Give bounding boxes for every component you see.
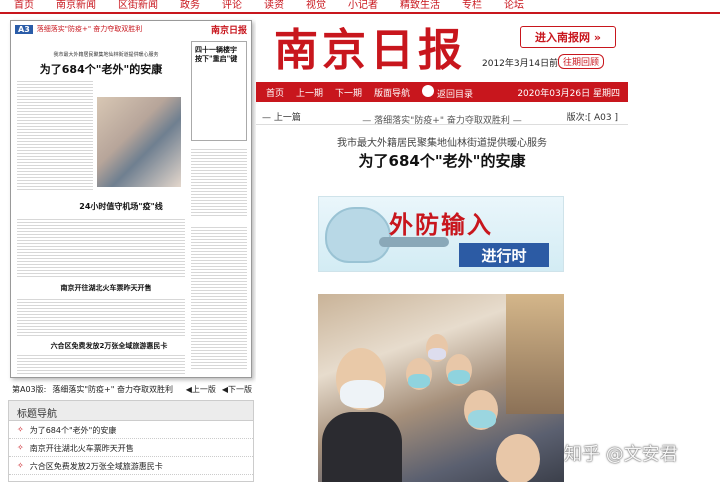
thumbnail-text-block — [17, 353, 185, 375]
prev-page-label: 上一版 — [191, 385, 216, 394]
thumbnail-text-block — [191, 147, 247, 217]
page-info-line: 第A03版: 落细落实"防疫+" 奋力夺取双胜利 ◀上一版 ◀下一版 — [12, 384, 252, 395]
redbar-contents-label: 返回目录 — [436, 89, 473, 100]
enter-site-button[interactable]: 进入南报网 » — [520, 26, 616, 48]
topnav-item-government[interactable]: 政务 — [180, 0, 200, 12]
mask-graphic — [325, 207, 391, 263]
thumbnail-subtitle: 我市最大外籍居民聚集地仙林街道提供暖心服务 — [53, 52, 159, 58]
page-title: 落细落实"防疫+" 奋力夺取双胜利 — [52, 385, 173, 394]
topnav-item-reading[interactable]: 读资 — [264, 0, 284, 12]
thumbnail-header-title: 落细落实"防疫+" 奋力夺取双胜利 — [36, 25, 143, 33]
thumbnail-headline-4[interactable]: 六合区免费发放2万张全域旅游惠民卡 — [29, 341, 189, 351]
thumbnail-text-block — [17, 79, 93, 191]
nav-item-label: 南京开往湖北火车票昨天开售 — [29, 444, 134, 453]
thumbnail-headline-3[interactable]: 南京开往湖北火车票昨天开售 — [31, 283, 181, 293]
thumbnail-text-block — [17, 217, 185, 277]
topnav-item-young-reporter[interactable]: 小记者 — [348, 0, 378, 12]
topnav-item-district-news[interactable]: 区街新闻 — [118, 0, 158, 12]
topnav-item-home[interactable]: 首页 — [14, 0, 34, 12]
divider — [256, 124, 628, 125]
globe-icon — [422, 84, 435, 97]
thumbnail-headline[interactable]: 为了684个"老外"的安康 — [21, 61, 181, 77]
bullet-icon: ✧ — [17, 425, 24, 434]
face-mask — [408, 374, 430, 388]
article-pretitle: 我市最大外籍居民聚集地仙林街道提供暖心服务 — [337, 138, 547, 149]
topnav-item-visual[interactable]: 视觉 — [306, 0, 326, 12]
bullet-icon: ✧ — [17, 443, 24, 452]
topnav-item-life[interactable]: 精致生活 — [400, 0, 440, 12]
article: — 上一篇 版次:[ A03 ] — 落细落实"防疫+" 奋力夺取双胜利 — 我… — [256, 104, 628, 482]
nav-item[interactable]: ✧ 南京开往湖北火车票昨天开售 — [9, 439, 253, 457]
topnav-item-nanjing-news[interactable]: 南京新闻 — [56, 0, 96, 12]
topnav-item-forum[interactable]: 论坛 — [504, 0, 524, 12]
redbar-layout-nav[interactable]: 版面导航 — [374, 86, 410, 99]
person-body — [322, 412, 402, 482]
article-photo — [318, 294, 564, 482]
face-mask — [468, 410, 496, 428]
thumbnail-side-story[interactable]: 四十一辆楼宇按下"重启"键 — [191, 41, 247, 141]
redbar-next-issue[interactable]: 下一期 — [335, 86, 362, 99]
thumbnail-photo — [97, 97, 181, 187]
prev-page-link[interactable]: ◀上一版 — [186, 384, 216, 395]
nav-item-label: 为了684个"老外"的安康 — [29, 426, 117, 435]
person-face — [496, 434, 540, 482]
face-mask — [428, 348, 446, 360]
page-label: 第A03版: — [12, 385, 47, 394]
top-nav: 首页 南京新闻 区街新闻 政务 评论 读资 视觉 小记者 精致生活 专栏 论坛 — [0, 0, 720, 14]
archive-date: 2012年3月14日前 — [482, 59, 559, 69]
face-mask — [448, 370, 470, 384]
title-navigation-heading: 标题导航 — [9, 401, 253, 421]
redbar-prev-issue[interactable]: 上一期 — [296, 86, 323, 99]
nav-item[interactable]: ✧ 为了684个"老外"的安康 — [9, 421, 253, 439]
page-badge: A3 — [15, 24, 33, 34]
redbar-home[interactable]: 首页 — [266, 86, 284, 99]
masthead: 南京日报 进入南报网 » 2012年3月14日前 往期回顾 — [256, 16, 628, 82]
banner-subtitle: 进行时 — [459, 243, 549, 267]
nav-item-label: 六合区免费发放2万张全域旅游惠民卡 — [29, 462, 163, 471]
face-mask — [340, 380, 384, 408]
function-bar: 首页 上一期 下一期 版面导航 返回目录 2020年03月26日 星期四 — [256, 82, 628, 102]
thumbnail-headline-2[interactable]: 24小时值守机场"疫"线 — [51, 201, 191, 212]
title-navigation: 标题导航 ✧ 为了684个"老外"的安康 ✧ 南京开往湖北火车票昨天开售 ✧ 六合区免… — [8, 400, 254, 482]
redbar-contents[interactable]: 返回目录 — [422, 84, 473, 100]
right-margin — [628, 16, 720, 482]
past-issues-button[interactable]: 往期回顾 — [558, 54, 605, 69]
thumbnail-side-title: 四十一辆楼宇按下"重启"键 — [195, 45, 238, 63]
newspaper-logo: 南京日报 — [274, 25, 466, 76]
campaign-banner-image: 外防输入 进行时 — [318, 196, 564, 272]
bullet-icon: ✧ — [17, 461, 24, 470]
nav-item[interactable]: ✧ 六合区免费发放2万张全域旅游惠民卡 — [9, 457, 253, 475]
next-page-label: 下一版 — [228, 385, 252, 394]
thumbnail-logo: 南京日报 — [210, 25, 247, 36]
thumbnail-text-block — [17, 297, 185, 337]
topnav-item-column[interactable]: 专栏 — [462, 0, 482, 12]
watermark: 知乎 @文安君 — [564, 444, 678, 465]
next-page-link[interactable]: ◀下一版 — [222, 384, 252, 395]
background-door — [506, 294, 564, 414]
thumbnail-header: A3 落细落实"防疫+" 奋力夺取双胜利 南京日报 — [11, 21, 251, 37]
thumbnail-text-block — [191, 225, 247, 371]
issue-date: 2020年03月26日 星期四 — [517, 88, 620, 99]
banner-title: 外防输入 — [389, 210, 493, 239]
topnav-item-comment[interactable]: 评论 — [222, 0, 242, 12]
article-title: 为了684个"老外"的安康 — [358, 152, 526, 170]
page-thumbnail[interactable]: A3 落细落实"防疫+" 奋力夺取双胜利 南京日报 我市最大外籍居民聚集地仙林街… — [10, 20, 252, 378]
